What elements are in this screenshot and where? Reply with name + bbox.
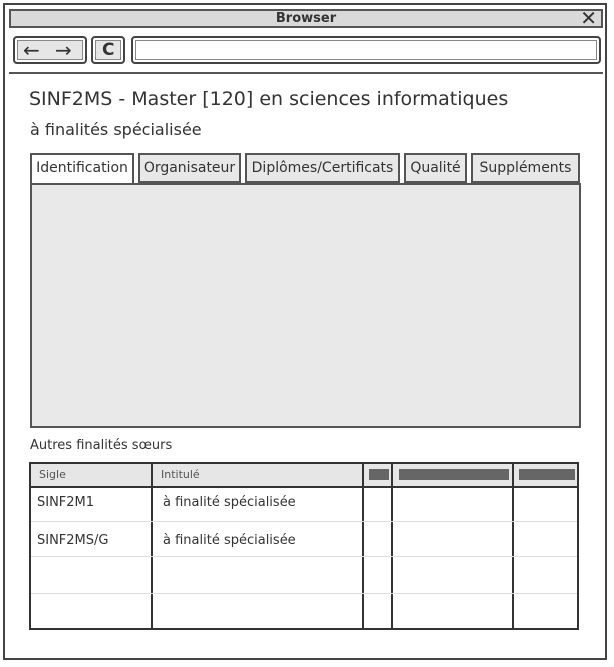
- row-divider: [31, 556, 577, 557]
- window-title: Browser: [275, 11, 337, 26]
- column-divider: [512, 464, 514, 628]
- column-header-placeholder[interactable]: [369, 469, 389, 480]
- column-divider: [151, 464, 153, 628]
- tab-qualite[interactable]: Qualité: [404, 153, 467, 183]
- tab-content-panel: [30, 183, 581, 428]
- cell-sigle: SINF2MS/G: [37, 533, 109, 548]
- tab-supplements[interactable]: Suppléments: [471, 153, 580, 183]
- arrow-right-icon[interactable]: →: [55, 38, 72, 62]
- reload-button[interactable]: C: [91, 36, 125, 64]
- cell-sigle: SINF2M1: [37, 495, 95, 510]
- url-input[interactable]: [131, 36, 601, 64]
- page-subtitle: à finalités spécialisée: [30, 120, 202, 139]
- cell-intitule: à finalité spécialisée: [163, 533, 296, 548]
- table-header: Sigle Intitulé: [31, 464, 577, 488]
- siblings-label: Autres finalités sœurs: [30, 438, 173, 453]
- title-bar: Browser ✕: [9, 8, 603, 28]
- column-divider: [391, 464, 393, 628]
- siblings-table: Sigle Intitulé SINF2M1 à finalité spécia…: [29, 462, 579, 630]
- row-divider: [31, 521, 577, 522]
- arrow-left-icon[interactable]: ←: [23, 38, 40, 62]
- cell-intitule: à finalité spécialisée: [163, 495, 296, 510]
- column-header-intitule[interactable]: Intitulé: [153, 464, 363, 486]
- close-icon[interactable]: ✕: [580, 8, 597, 28]
- page-title: SINF2MS - Master [120] en sciences infor…: [29, 88, 509, 110]
- browser-toolbar: ← → C: [9, 32, 603, 74]
- tab-identification[interactable]: Identification: [30, 153, 134, 183]
- reload-icon: C: [102, 40, 115, 60]
- column-header-placeholder[interactable]: [399, 469, 509, 480]
- column-header-placeholder[interactable]: [519, 469, 575, 480]
- column-header-sigle[interactable]: Sigle: [31, 464, 151, 486]
- row-divider: [31, 593, 577, 594]
- tab-organisateur[interactable]: Organisateur: [138, 153, 241, 183]
- column-divider: [362, 464, 364, 628]
- back-forward-button[interactable]: ← →: [13, 36, 87, 64]
- tab-diplomes-certificats[interactable]: Diplômes/Certificats: [245, 153, 400, 183]
